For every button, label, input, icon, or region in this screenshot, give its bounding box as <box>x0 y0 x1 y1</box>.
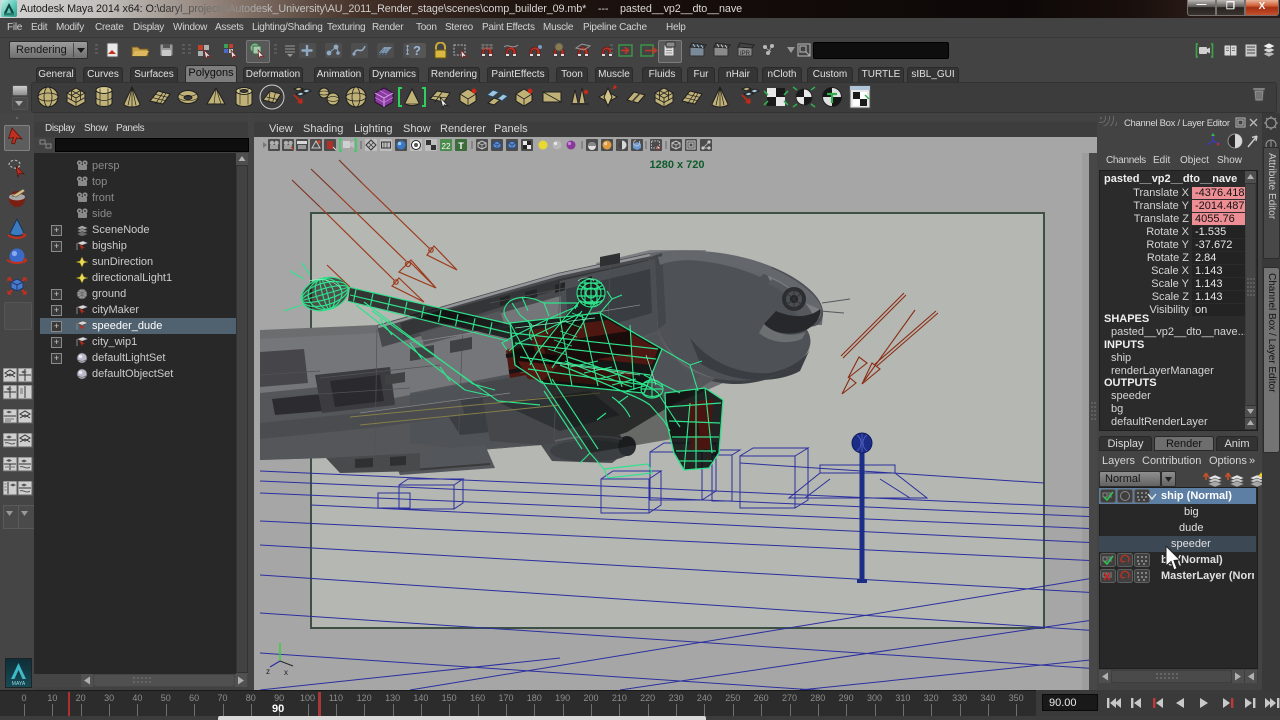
svg-text:22: 22 <box>442 142 451 151</box>
svg-text:?: ? <box>413 43 421 58</box>
svg-text:IPR: IPR <box>740 51 751 57</box>
svg-text:MAYA: MAYA <box>12 681 26 687</box>
svg-text:x: x <box>284 668 288 677</box>
svg-text:z: z <box>266 667 270 676</box>
svg-text:1280 x 720: 1280 x 720 <box>649 159 704 171</box>
svg-text:T: T <box>458 141 464 151</box>
